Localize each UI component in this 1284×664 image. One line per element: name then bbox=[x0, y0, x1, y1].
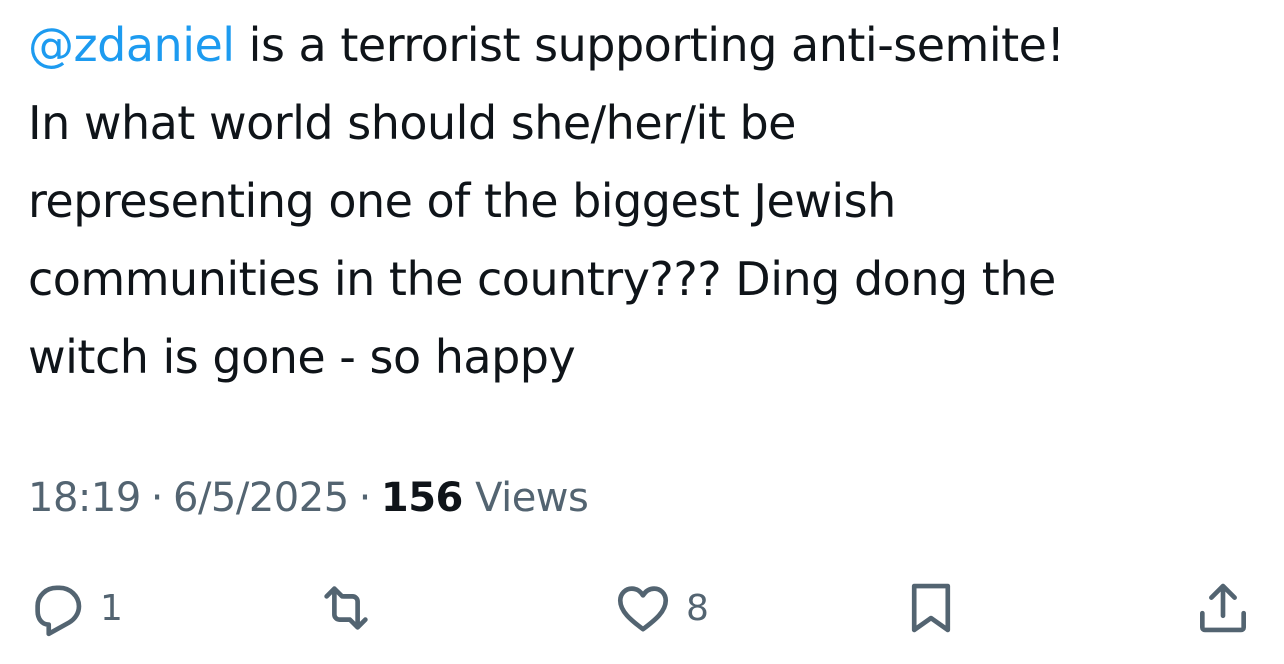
views-label: Views bbox=[475, 475, 589, 521]
tweet-line-1-text: is a terrorist supporting anti-semite! bbox=[234, 18, 1065, 72]
mention-link[interactable]: @zdaniel bbox=[28, 18, 235, 72]
tweet-line-2: In what world should she/her/it be bbox=[28, 96, 797, 150]
retweet-icon bbox=[324, 586, 368, 630]
tweet-line-5: witch is gone - so happy bbox=[28, 330, 576, 384]
share-button[interactable] bbox=[1192, 576, 1254, 640]
meta-separator: · bbox=[150, 475, 164, 521]
tweet-time[interactable]: 18:19 bbox=[28, 475, 141, 521]
share-upload-icon bbox=[1200, 583, 1246, 633]
bookmark-button[interactable] bbox=[900, 576, 962, 640]
tweet-date[interactable]: 6/5/2025 bbox=[173, 475, 349, 521]
tweet-meta: 18:19 · 6/5/2025 · 156 Views bbox=[28, 472, 589, 524]
bookmark-icon bbox=[911, 583, 951, 633]
tweet-body: @zdaniel is a terrorist supporting anti-… bbox=[28, 6, 1248, 396]
reply-button[interactable]: 1 bbox=[26, 576, 123, 640]
retweet-button[interactable] bbox=[310, 576, 382, 640]
heart-icon bbox=[617, 586, 669, 632]
meta-separator: · bbox=[358, 475, 372, 521]
like-button[interactable]: 8 bbox=[612, 576, 709, 640]
tweet-line-1: @zdaniel is a terrorist supporting anti-… bbox=[28, 6, 1248, 84]
like-count: 8 bbox=[686, 587, 709, 629]
reply-count: 1 bbox=[100, 587, 123, 629]
tweet-line-3: representing one of the biggest Jewish bbox=[28, 174, 896, 228]
reply-bubble-icon bbox=[35, 585, 82, 637]
tweet-line-4: communities in the country??? Ding dong … bbox=[28, 252, 1056, 306]
views-count: 156 bbox=[380, 475, 464, 521]
